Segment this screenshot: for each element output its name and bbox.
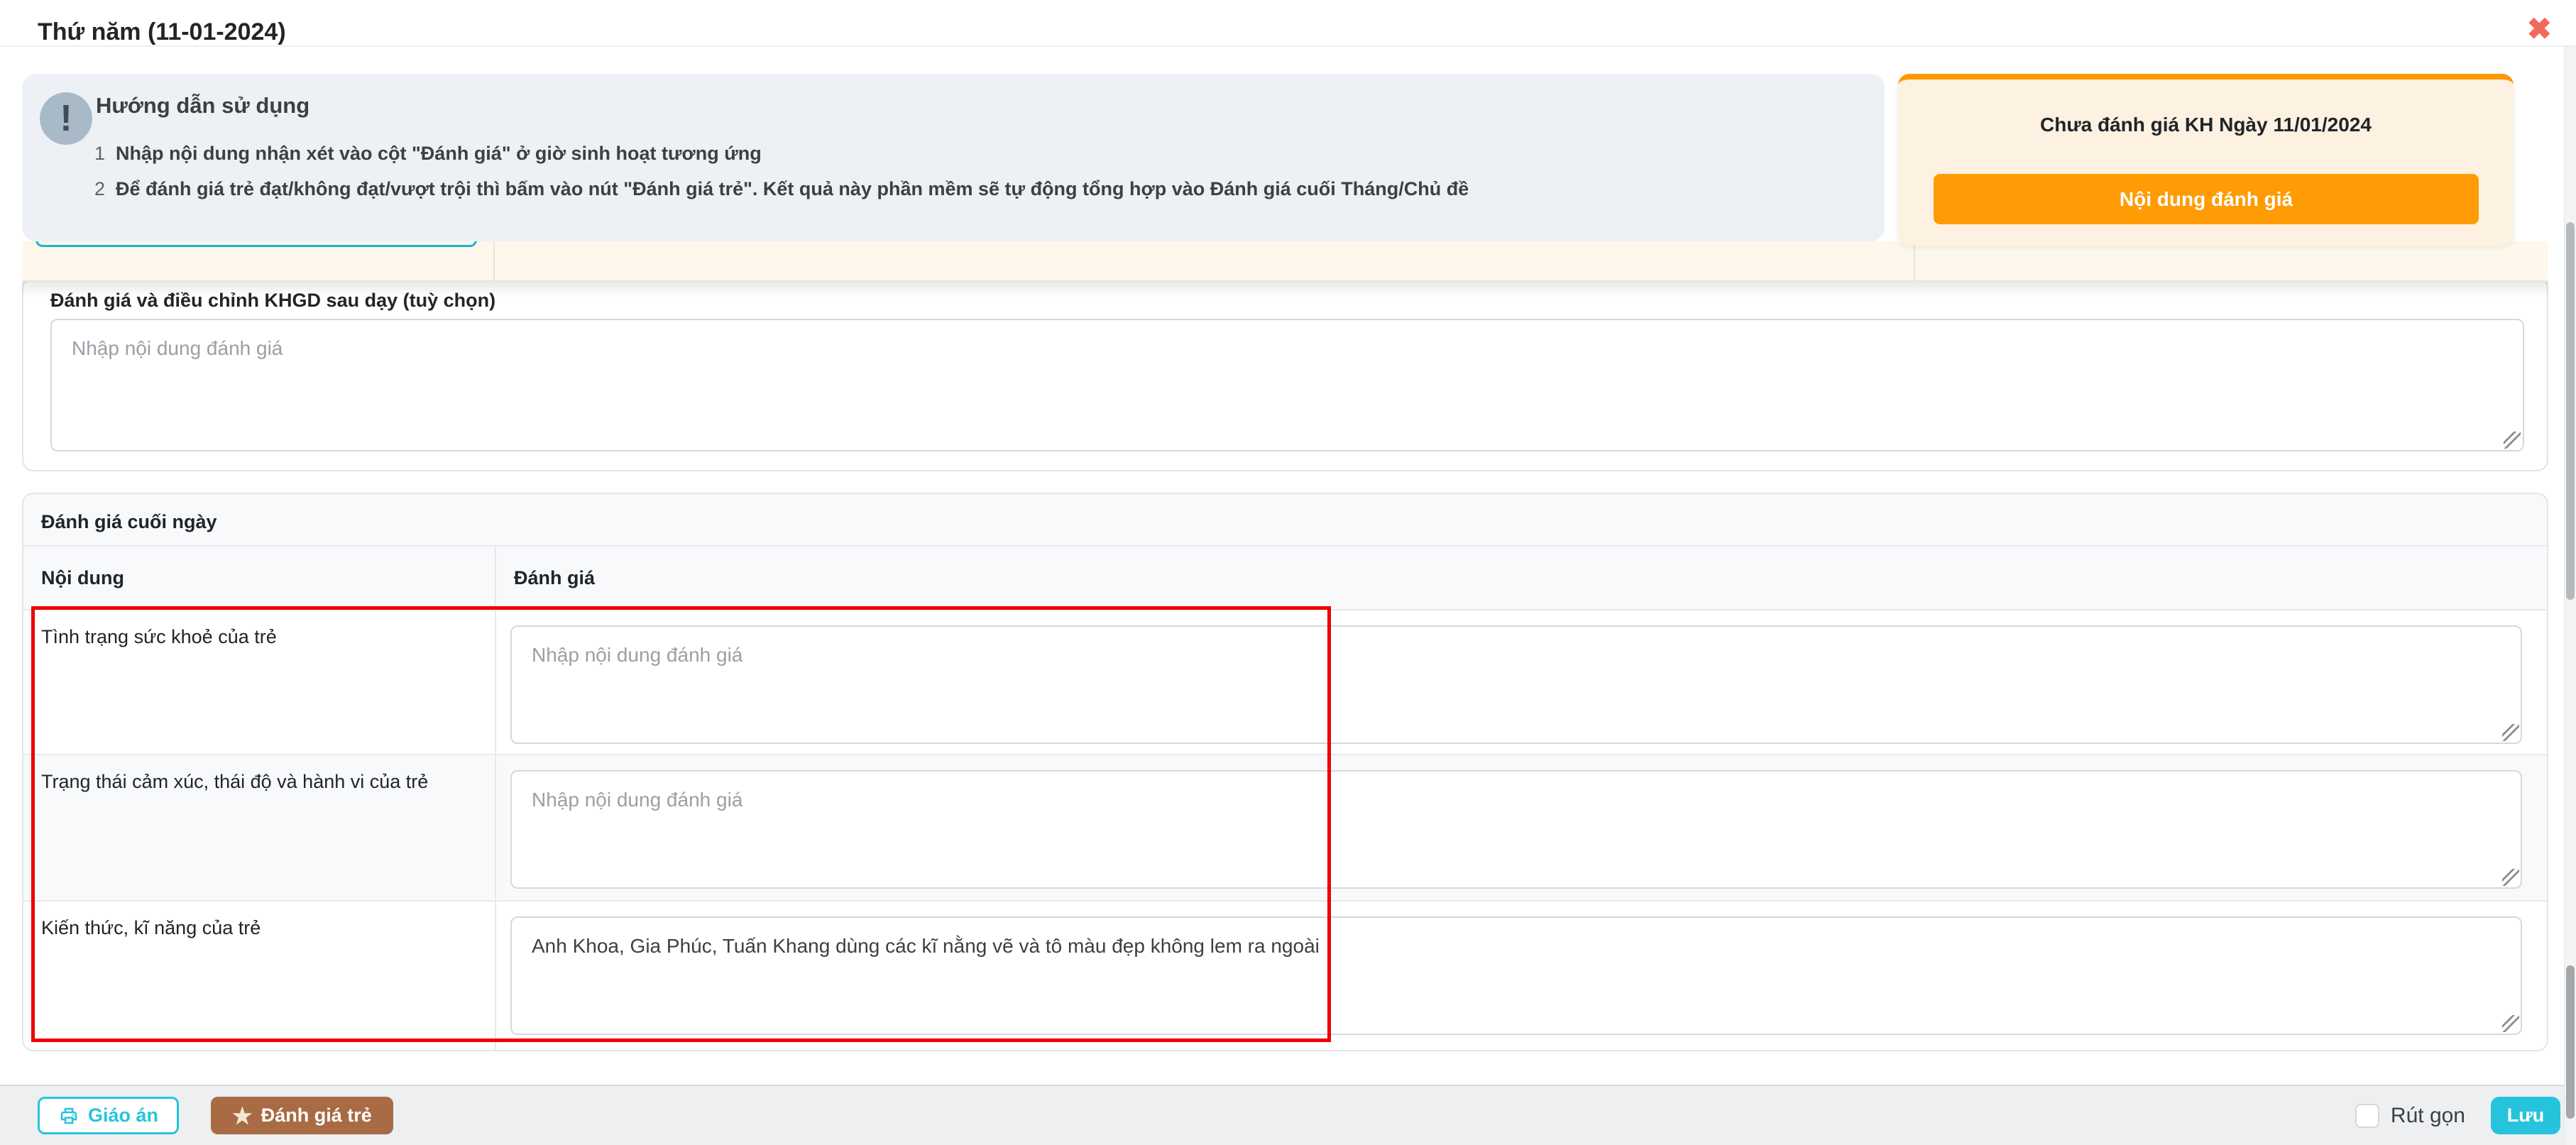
instruction-number: 1 — [94, 141, 116, 166]
scrollbar-thumb[interactable] — [2566, 965, 2575, 1119]
vertical-scrollbar[interactable] — [2564, 47, 2576, 1145]
table-header-row: Nội dung Đánh giá — [23, 547, 2547, 610]
column-header-content: Nội dung — [23, 547, 496, 609]
daily-review-title: Đánh giá cuối ngày — [23, 494, 2547, 547]
table-row: Kiến thức, kĩ năng của trẻ Anh Khoa, Gia… — [23, 902, 2547, 1051]
instruction-text: Nhập nội dung nhận xét vào cột "Đánh giá… — [116, 141, 762, 166]
row-input-cell — [496, 610, 2547, 754]
footer-right-group: Rút gọn Lưu — [2355, 1097, 2560, 1134]
evaluation-status-card: Chưa đánh giá KH Ngày 11/01/2024 Nội dun… — [1898, 74, 2514, 246]
row-input-cell: Anh Khoa, Gia Phúc, Tuấn Khang dùng các … — [496, 902, 2547, 1051]
close-icon[interactable]: ✖ — [2527, 14, 2552, 44]
column-divider — [1914, 241, 1915, 280]
instruction-text: Để đánh giá trẻ đạt/không đạt/vượt trội … — [116, 176, 1469, 202]
printer-icon — [58, 1105, 80, 1127]
modal-header: Thứ năm (11-01-2024) ✖ — [0, 0, 2576, 47]
sticky-info-area: ! Hướng dẫn sử dụng 1 Nhập nội dung nhận… — [22, 74, 2548, 246]
usage-instructions-box: ! Hướng dẫn sử dụng 1 Nhập nội dung nhận… — [22, 74, 1885, 241]
instruction-item: 1 Nhập nội dung nhận xét vào cột "Đánh g… — [94, 141, 1856, 166]
column-header-evaluation: Đánh giá — [496, 547, 2547, 609]
daily-review-card: Đánh giá cuối ngày Nội dung Đánh giá Tìn… — [22, 493, 2548, 1051]
health-status-textarea[interactable] — [510, 625, 2522, 744]
info-icon: ! — [40, 92, 92, 145]
lesson-plan-button-label: Giáo án — [88, 1105, 158, 1127]
instruction-number: 2 — [94, 176, 116, 202]
row-input-cell — [496, 755, 2547, 900]
compact-checkbox[interactable] — [2355, 1104, 2379, 1128]
page-title: Thứ năm (11-01-2024) — [38, 18, 286, 46]
lesson-plan-button[interactable]: Giáo án — [38, 1097, 179, 1134]
status-badge: Chưa đánh giá KH Ngày 11/01/2024 — [1898, 114, 2514, 136]
modal-footer: Giáo án ★ Đánh giá trẻ Rút gọn Lưu — [0, 1085, 2576, 1145]
knowledge-skills-textarea[interactable]: Anh Khoa, Gia Phúc, Tuấn Khang dùng các … — [510, 916, 2522, 1035]
evaluate-children-button[interactable]: ★ Đánh giá trẻ — [211, 1097, 393, 1134]
scrollbar-thumb[interactable] — [2566, 222, 2575, 600]
row-label: Trạng thái cảm xúc, thái độ và hành vi c… — [23, 755, 496, 900]
khgd-adjustment-card: Đánh giá và điều chỉnh KHGD sau dạy (tuỳ… — [22, 277, 2548, 471]
khgd-evaluation-textarea[interactable] — [50, 319, 2524, 451]
compact-label: Rút gọn — [2391, 1104, 2465, 1128]
instructions-title: Hướng dẫn sử dụng — [96, 93, 309, 119]
table-row: Trạng thái cảm xúc, thái độ và hành vi c… — [23, 755, 2547, 902]
partial-table-row — [22, 241, 2548, 282]
save-button[interactable]: Lưu — [2491, 1097, 2560, 1134]
emotion-behavior-textarea[interactable] — [510, 770, 2522, 889]
instruction-item: 2 Để đánh giá trẻ đạt/không đạt/vượt trộ… — [94, 176, 1856, 202]
row-label: Kiến thức, kĩ năng của trẻ — [23, 902, 496, 1051]
evaluation-content-button[interactable]: Nội dung đánh giá — [1934, 174, 2479, 224]
table-row: Tình trạng sức khoẻ của trẻ — [23, 610, 2547, 755]
row-label: Tình trạng sức khoẻ của trẻ — [23, 610, 496, 754]
evaluate-children-button-label: Đánh giá trẻ — [261, 1105, 372, 1127]
column-divider — [493, 241, 495, 280]
instructions-list: 1 Nhập nội dung nhận xét vào cột "Đánh g… — [94, 131, 1856, 202]
star-icon: ★ — [232, 1105, 253, 1127]
scroll-shadow — [22, 282, 2548, 297]
